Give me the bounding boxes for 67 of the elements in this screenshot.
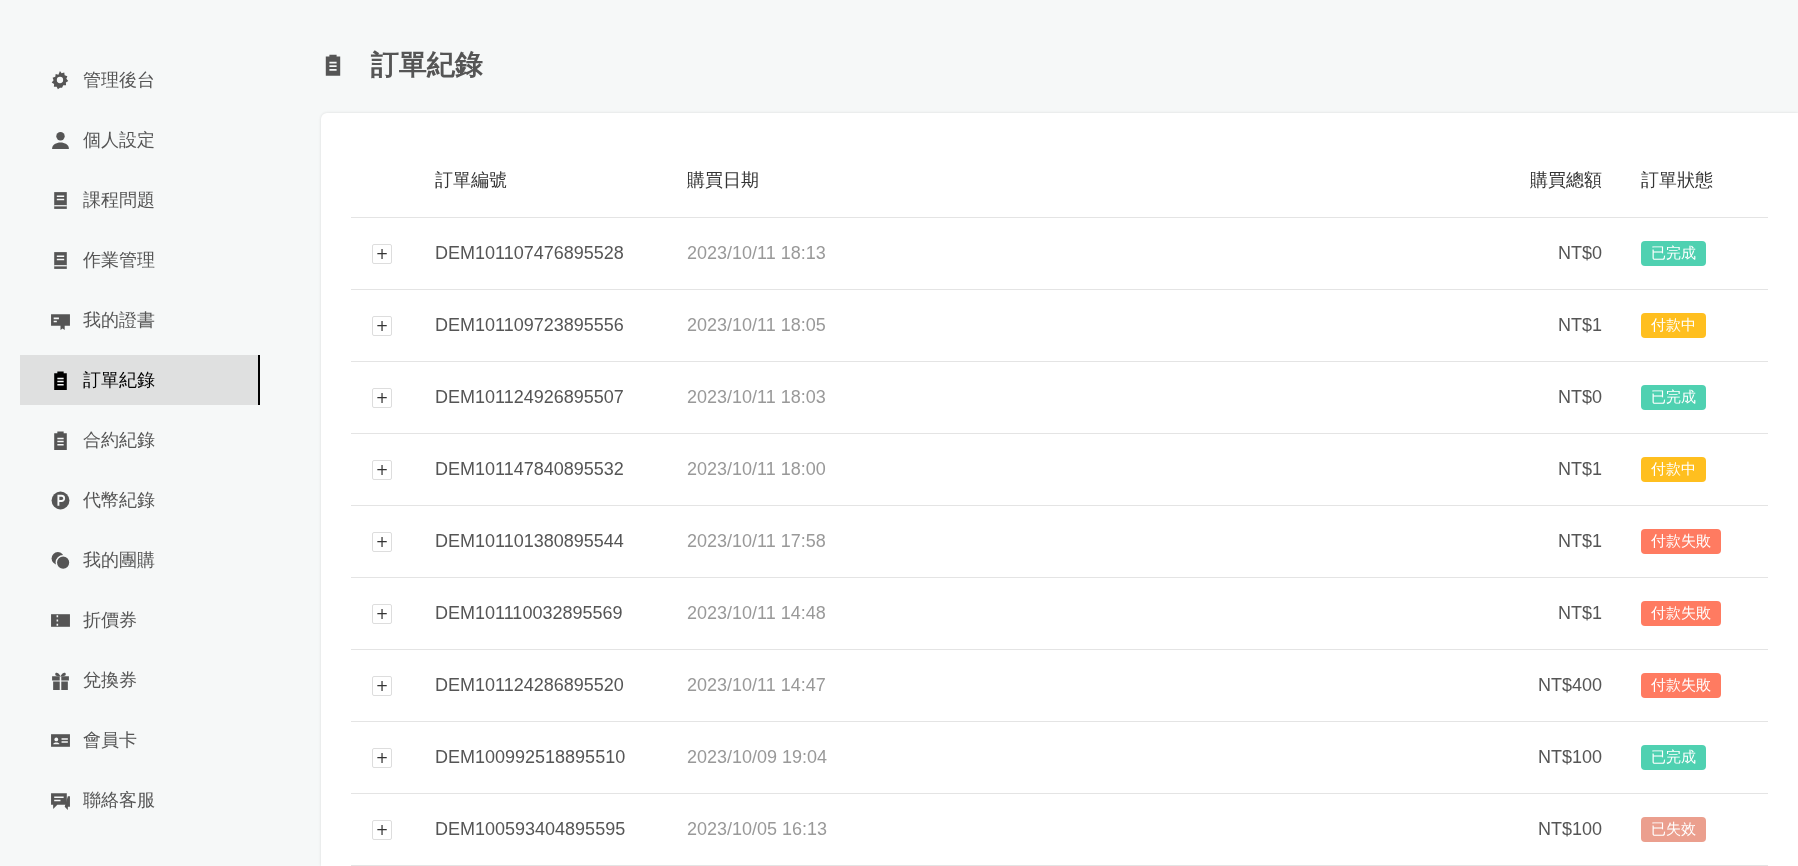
column-header: 訂單編號 bbox=[434, 143, 686, 218]
status-badge: 付款失敗 bbox=[1641, 673, 1721, 698]
order-number: DEM101124286895520 bbox=[435, 675, 624, 695]
order-date: 2023/10/11 14:48 bbox=[687, 603, 826, 623]
order-total: NT$0 bbox=[1558, 387, 1602, 407]
gear-icon bbox=[50, 69, 71, 91]
order-number: DEM101124926895507 bbox=[435, 387, 624, 407]
order-date: 2023/10/05 16:13 bbox=[687, 819, 828, 839]
expand-button[interactable]: + bbox=[372, 604, 392, 625]
expand-button[interactable]: + bbox=[372, 460, 392, 481]
status-badge: 付款失敗 bbox=[1641, 529, 1721, 554]
expand-button[interactable]: + bbox=[372, 388, 392, 409]
order-date: 2023/10/11 18:13 bbox=[687, 243, 826, 263]
status-badge: 已失效 bbox=[1641, 817, 1706, 842]
order-date: 2023/10/09 19:04 bbox=[687, 747, 828, 767]
order-total: NT$1 bbox=[1558, 531, 1602, 551]
expand-button[interactable]: + bbox=[372, 316, 392, 337]
order-total: NT$100 bbox=[1537, 819, 1602, 839]
sidebar-item[interactable]: 合約紀錄 bbox=[20, 415, 260, 465]
order-number: DEM101107476895528 bbox=[435, 243, 624, 263]
sidebar-item[interactable]: 代幣紀錄 bbox=[20, 475, 260, 525]
status-badge: 付款失敗 bbox=[1641, 601, 1721, 626]
order-total: NT$400 bbox=[1537, 675, 1602, 695]
order-date: 2023/10/11 18:00 bbox=[687, 459, 826, 479]
coins-icon bbox=[50, 549, 71, 571]
sidebar-item[interactable]: 課程問題 bbox=[20, 175, 260, 225]
expand-button[interactable]: + bbox=[372, 676, 392, 697]
column-header: 購買總額 bbox=[1221, 143, 1640, 218]
order-date: 2023/10/11 18:05 bbox=[687, 315, 826, 335]
order-number: DEM101110032895569 bbox=[435, 603, 623, 623]
status-badge: 已完成 bbox=[1641, 745, 1706, 770]
order-number: DEM101101380895544 bbox=[435, 531, 624, 551]
order-number: DEM101109723895556 bbox=[435, 315, 624, 335]
sidebar-item[interactable]: 折價券 bbox=[20, 595, 260, 645]
order-date: 2023/10/11 14:47 bbox=[687, 675, 826, 695]
expand-button[interactable]: + bbox=[372, 748, 392, 769]
expand-button[interactable]: + bbox=[372, 820, 392, 841]
sidebar-item[interactable]: 個人設定 bbox=[20, 115, 260, 165]
sidebar-item[interactable]: 我的團購 bbox=[20, 535, 260, 585]
status-badge: 已完成 bbox=[1641, 385, 1706, 410]
sidebar-item[interactable]: 訂單紀錄 bbox=[20, 355, 260, 405]
order-date: 2023/10/11 17:58 bbox=[687, 531, 826, 551]
order-total: NT$1 bbox=[1558, 603, 1602, 623]
order-number: DEM100992518895510 bbox=[435, 747, 626, 767]
column-header: 訂單狀態 bbox=[1640, 143, 1768, 218]
sidebar-item[interactable]: 聯絡客服 bbox=[20, 775, 260, 825]
order-date: 2023/10/11 18:03 bbox=[687, 387, 826, 407]
expand-button[interactable]: + bbox=[372, 244, 392, 265]
order-number: DEM101147840895532 bbox=[435, 459, 624, 479]
sidebar-item[interactable]: 作業管理 bbox=[20, 235, 260, 285]
order-total: NT$1 bbox=[1558, 315, 1602, 335]
status-badge: 已完成 bbox=[1641, 241, 1706, 266]
order-total: NT$100 bbox=[1537, 747, 1602, 767]
token-icon bbox=[50, 489, 71, 511]
sidebar-item[interactable]: 會員卡 bbox=[20, 715, 260, 765]
order-total: NT$1 bbox=[1558, 459, 1602, 479]
sidebar-item[interactable]: 管理後台 bbox=[20, 55, 260, 105]
column-header: 購買日期 bbox=[686, 143, 1222, 218]
status-badge: 付款中 bbox=[1641, 313, 1706, 338]
sidebar-item[interactable]: 兌換券 bbox=[20, 655, 260, 705]
order-total: NT$0 bbox=[1558, 243, 1602, 263]
sidebar-item[interactable]: 我的證書 bbox=[20, 295, 260, 345]
page-title: 訂單紀錄 bbox=[371, 48, 483, 82]
expand-button[interactable]: + bbox=[372, 532, 392, 553]
status-badge: 付款中 bbox=[1641, 457, 1706, 482]
order-number: DEM100593404895595 bbox=[435, 819, 626, 839]
person-icon bbox=[50, 129, 71, 151]
